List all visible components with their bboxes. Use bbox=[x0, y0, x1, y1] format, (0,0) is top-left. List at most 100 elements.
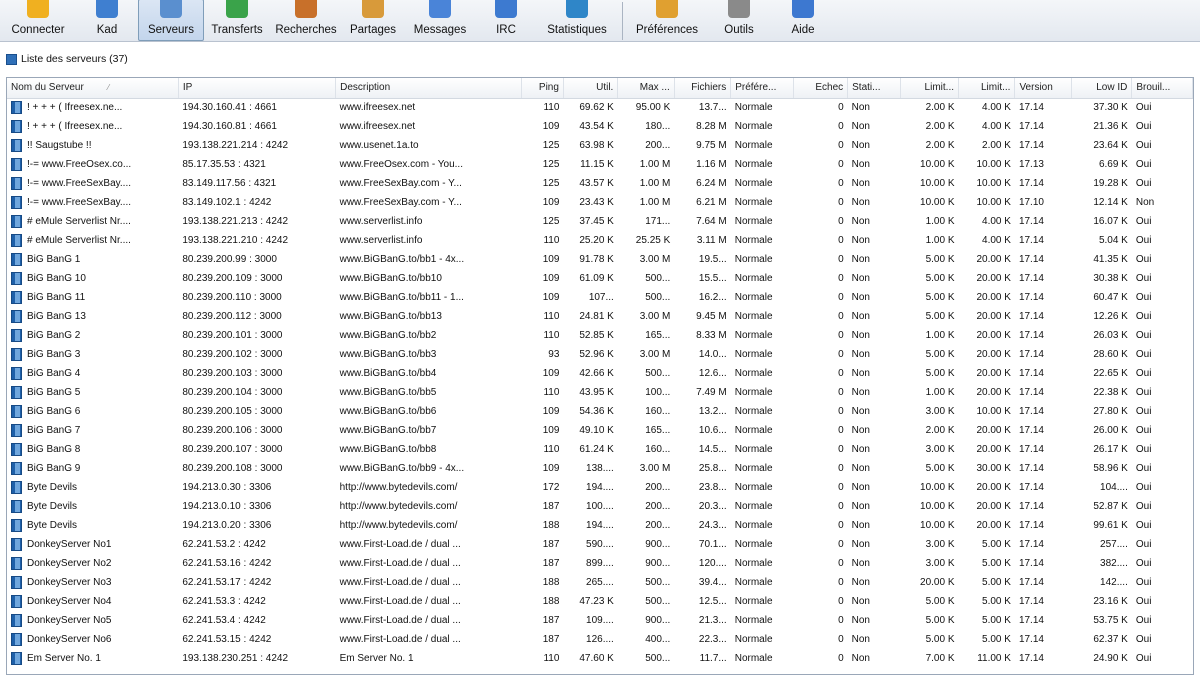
table-row[interactable]: BiG BanG 5 80.239.200.104 : 3000 www.BiGBa… bbox=[7, 383, 1193, 402]
table-row[interactable]: DonkeyServer No6 62.241.53.15 : 4242 www.F… bbox=[7, 630, 1193, 649]
table-row[interactable]: BiG BanG 2 80.239.200.101 : 3000 www.BiGBa… bbox=[7, 326, 1193, 345]
table-cell: 194.213.0.20 : 3306 bbox=[182, 520, 272, 531]
table-cell: 3.11 M bbox=[696, 235, 727, 246]
table-cell: 27.80 K bbox=[1093, 406, 1128, 417]
table-cell: 0 bbox=[838, 615, 844, 626]
table-cell: 20.00 K bbox=[976, 520, 1011, 531]
table-row[interactable]: BiG BanG 13 80.239.200.112 : 3000 www.BiGB… bbox=[7, 307, 1193, 326]
column-header[interactable]: Ping bbox=[521, 78, 564, 99]
column-header[interactable]: Nom du Serveur ⁄ bbox=[7, 78, 179, 99]
table-cell: 20.00 K bbox=[976, 292, 1011, 303]
column-header[interactable]: Préfére... bbox=[730, 78, 794, 99]
table-row[interactable]: Byte Devils 194.213.0.10 : 3306 http://www… bbox=[7, 497, 1193, 516]
table-cell: 5.00 K bbox=[925, 368, 955, 379]
table-row[interactable]: ! + + + ( Ifreesex.ne... 194.30.160.81 : … bbox=[7, 117, 1193, 136]
table-row[interactable]: DonkeyServer No5 62.241.53.4 : 4242 www.Fi… bbox=[7, 611, 1193, 630]
table-cell: 110 bbox=[543, 387, 560, 398]
table-cell: 0 bbox=[838, 292, 844, 303]
table-row[interactable]: DonkeyServer No3 62.241.53.17 : 4242 www.F… bbox=[7, 573, 1193, 592]
toolbar-button-prfrences[interactable]: Préférences bbox=[627, 0, 707, 41]
table-cell: Normale bbox=[734, 311, 773, 322]
table-cell: 3.00 K bbox=[925, 444, 955, 455]
table-row[interactable]: DonkeyServer No1 62.241.53.2 : 4242 www.Fi… bbox=[7, 535, 1193, 554]
table-row[interactable]: BiG BanG 10 80.239.200.109 : 3000 www.BiGB… bbox=[7, 269, 1193, 288]
table-cell: Normale bbox=[734, 330, 773, 341]
toolbar-button-messages[interactable]: Messages bbox=[404, 0, 476, 41]
table-cell: 1.16 M bbox=[696, 159, 727, 170]
table-row[interactable]: BiG BanG 3 80.239.200.102 : 3000 www.BiGBa… bbox=[7, 345, 1193, 364]
column-header[interactable]: Description bbox=[335, 78, 522, 99]
column-header[interactable]: Limit... bbox=[958, 78, 1016, 99]
table-cell: Normale bbox=[734, 292, 773, 303]
table-cell: Normale bbox=[734, 444, 773, 455]
toolbar-button-label: Kad bbox=[96, 24, 118, 36]
column-header[interactable]: Limit... bbox=[900, 78, 960, 99]
table-cell: 17.14 bbox=[1018, 387, 1044, 398]
column-header[interactable]: Fichiers bbox=[674, 78, 732, 99]
table-cell: Oui bbox=[1135, 330, 1152, 341]
toolbar-button-partages[interactable]: Partages bbox=[342, 0, 404, 41]
table-cell: DonkeyServer No2 bbox=[7, 554, 178, 573]
table-cell: 193.138.221.214 : 4242 bbox=[182, 140, 289, 151]
table-row[interactable]: BiG BanG 4 80.239.200.103 : 3000 www.BiGBa… bbox=[7, 364, 1193, 383]
server-name: !-= www.FreeOsex.co... bbox=[27, 159, 132, 170]
table-cell: 52.85 K bbox=[579, 330, 614, 341]
table-row[interactable]: DonkeyServer No2 62.241.53.16 : 4242 www.F… bbox=[7, 554, 1193, 573]
column-header[interactable]: Max ... bbox=[617, 78, 675, 99]
server-table[interactable]: Nom du Serveur ⁄ IP Description Ping Util. Max… bbox=[6, 77, 1194, 675]
table-row[interactable]: !-= www.FreeOsex.co... 85.17.35.53 : 4321… bbox=[7, 155, 1193, 174]
table-row[interactable]: !! Saugstube !! 193.138.221.214 : 4242 www… bbox=[7, 136, 1193, 155]
table-row[interactable]: BiG BanG 6 80.239.200.105 : 3000 www.BiGBa… bbox=[7, 402, 1193, 421]
toolbar-button-kad[interactable]: Kad bbox=[76, 0, 138, 41]
table-row[interactable]: Byte Devils 194.213.0.30 : 3306 http://www… bbox=[7, 478, 1193, 497]
table-row[interactable]: BiG BanG 11 80.239.200.110 : 3000 www.BiGB… bbox=[7, 288, 1193, 307]
server-name: BiG BanG 1 bbox=[27, 254, 81, 265]
toolbar-button-connecter[interactable]: Connecter bbox=[0, 0, 76, 41]
table-row[interactable]: BiG BanG 9 80.239.200.108 : 3000 www.BiGBa… bbox=[7, 459, 1193, 478]
table-cell: 3.00 M bbox=[639, 311, 671, 322]
table-row[interactable]: DonkeyServer No4 62.241.53.3 : 4242 www.Fi… bbox=[7, 592, 1193, 611]
table-row[interactable]: # eMule Serverlist Nr.... 193.138.221.210… bbox=[7, 231, 1193, 250]
table-cell: 900... bbox=[645, 558, 671, 569]
table-cell: Non bbox=[851, 140, 870, 151]
column-header[interactable]: Low ID bbox=[1071, 78, 1133, 99]
column-header[interactable]: Brouil... bbox=[1131, 78, 1193, 99]
column-header[interactable]: Util. bbox=[563, 78, 619, 99]
table-row[interactable]: !-= www.FreeSexBay.... 83.149.117.56 : 43… bbox=[7, 174, 1193, 193]
table-cell: 5.00 K bbox=[925, 463, 955, 474]
table-cell: 500... bbox=[645, 577, 671, 588]
server-name: !-= www.FreeSexBay.... bbox=[27, 197, 132, 208]
table-row[interactable]: ! + + + ( Ifreesex.ne... 194.30.160.41 : … bbox=[7, 98, 1193, 117]
toolbar-button-serveurs[interactable]: Serveurs bbox=[138, 0, 204, 41]
table-row[interactable]: !-= www.FreeSexBay.... 83.149.102.1 : 424… bbox=[7, 193, 1193, 212]
server-icon bbox=[11, 462, 22, 475]
table-cell: 80.239.200.99 : 3000 bbox=[182, 254, 277, 265]
table-cell: DonkeyServer No3 bbox=[7, 573, 178, 592]
table-cell: 22.38 K bbox=[1093, 387, 1128, 398]
toolbar-button-statistiques[interactable]: Statistiques bbox=[536, 0, 618, 41]
table-row[interactable]: BiG BanG 1 80.239.200.99 : 3000 www.BiGBan… bbox=[7, 250, 1193, 269]
table-cell: 24.90 K bbox=[1093, 653, 1128, 664]
toolbar-button-transferts[interactable]: Transferts bbox=[204, 0, 270, 41]
column-header[interactable]: Version bbox=[1014, 78, 1072, 99]
table-cell: 10.00 K bbox=[976, 197, 1011, 208]
table-row[interactable]: Em Server No. 1 193.138.230.251 : 4242 Em … bbox=[7, 649, 1193, 668]
table-cell: 142.... bbox=[1100, 577, 1128, 588]
toolbar-button-recherches[interactable]: Recherches bbox=[270, 0, 342, 41]
table-cell: Non bbox=[851, 558, 870, 569]
toolbar-button-aide[interactable]: Aide bbox=[771, 0, 835, 41]
table-row[interactable]: BiG BanG 8 80.239.200.107 : 3000 www.BiGBa… bbox=[7, 440, 1193, 459]
column-header[interactable]: IP bbox=[178, 78, 337, 99]
column-header[interactable]: Echec bbox=[793, 78, 849, 99]
server-name: BiG BanG 3 bbox=[27, 349, 81, 360]
toolbar-button-outils[interactable]: Outils bbox=[707, 0, 771, 41]
table-cell: !! Saugstube !! bbox=[7, 136, 178, 155]
table-row[interactable]: # eMule Serverlist Nr.... 193.138.221.213… bbox=[7, 212, 1193, 231]
toolbar-button-label: Outils bbox=[724, 24, 754, 36]
column-header[interactable]: Stati... bbox=[847, 78, 901, 99]
toolbar-button-irc[interactable]: IRC bbox=[476, 0, 536, 41]
table-cell: 20.00 K bbox=[976, 311, 1011, 322]
table-cell: 30.38 K bbox=[1093, 273, 1128, 284]
table-row[interactable]: BiG BanG 7 80.239.200.106 : 3000 www.BiGBa… bbox=[7, 421, 1193, 440]
table-row[interactable]: Byte Devils 194.213.0.20 : 3306 http://www… bbox=[7, 516, 1193, 535]
